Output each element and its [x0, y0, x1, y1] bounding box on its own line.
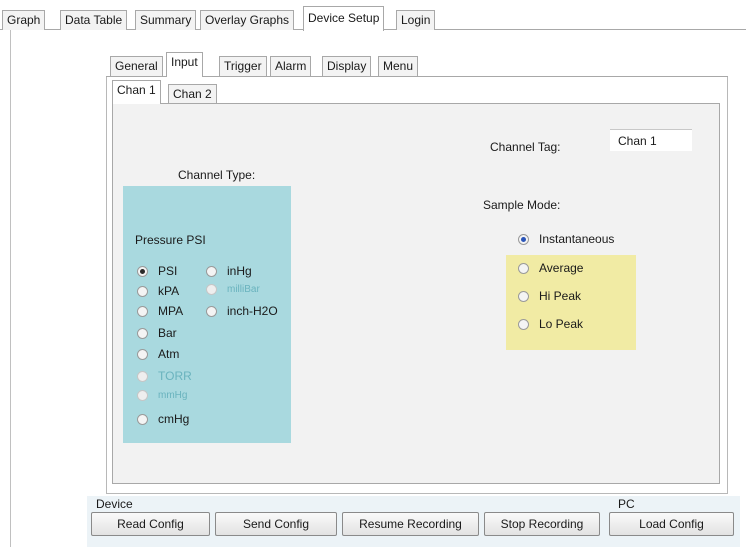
unit-option-torr: TORR	[137, 369, 192, 383]
radio-icon[interactable]	[206, 305, 217, 317]
radio-icon	[137, 390, 148, 401]
pressure-unit-header: Pressure PSI	[135, 233, 206, 247]
send-config-button[interactable]: Send Config	[215, 512, 337, 536]
sample-option-lo-peak[interactable]: Lo Peak	[518, 317, 583, 331]
resume-recording-button[interactable]: Resume Recording	[342, 512, 479, 536]
channel-tag-input[interactable]: Chan 1	[610, 129, 692, 151]
channel-type-label: Channel Type:	[178, 168, 256, 182]
read-config-button[interactable]: Read Config	[91, 512, 210, 536]
device-section-label: Device	[96, 497, 133, 511]
channel-tag-label: Channel Tag:	[490, 140, 561, 154]
radio-icon[interactable]	[137, 285, 148, 297]
unit-option-mpa[interactable]: MPA	[137, 304, 183, 318]
radio-icon[interactable]	[206, 265, 217, 277]
pc-section-label: PC	[618, 497, 635, 511]
tab-device-setup[interactable]: Device Setup	[303, 6, 385, 31]
sample-mode-label: Sample Mode:	[483, 198, 561, 212]
unit-option-bar[interactable]: Bar	[137, 326, 177, 340]
radio-icon[interactable]	[137, 305, 148, 317]
unit-option-mmhg: mmHg	[137, 390, 187, 401]
unit-option-psi[interactable]: PSI	[137, 264, 177, 278]
tab-menu[interactable]: Menu	[378, 56, 419, 76]
tab-general[interactable]: General	[110, 56, 163, 76]
tab-graph[interactable]: Graph	[2, 10, 46, 30]
radio-icon	[206, 284, 217, 295]
radio-icon[interactable]	[518, 233, 529, 245]
tab-data-table[interactable]: Data Table	[60, 10, 128, 30]
tab-chan-1[interactable]: Chan 1	[112, 80, 161, 104]
unit-option-millibar: milliBar	[206, 284, 260, 295]
sample-option-average[interactable]: Average	[518, 261, 583, 275]
sample-option-hi-peak[interactable]: Hi Peak	[518, 289, 581, 303]
unit-option-inch-h2o[interactable]: inch-H2O	[206, 304, 278, 318]
tab-alarm[interactable]: Alarm	[270, 56, 312, 76]
unit-option-cmhg[interactable]: cmHg	[137, 412, 189, 426]
radio-icon[interactable]	[137, 413, 148, 425]
tab-login[interactable]: Login	[396, 10, 436, 30]
radio-icon[interactable]	[137, 265, 148, 277]
tab-summary[interactable]: Summary	[135, 10, 197, 30]
load-config-button[interactable]: Load Config	[609, 512, 734, 536]
radio-icon	[137, 370, 148, 382]
main-tab-bar: Graph Data Table Summary Overlay Graphs …	[0, 0, 746, 31]
unit-option-atm[interactable]: Atm	[137, 347, 179, 361]
tab-overlay-graphs[interactable]: Overlay Graphs	[200, 10, 295, 30]
tab-chan-2[interactable]: Chan 2	[168, 84, 217, 103]
stop-recording-button[interactable]: Stop Recording	[484, 512, 600, 536]
radio-icon[interactable]	[518, 290, 529, 302]
radio-icon[interactable]	[137, 348, 148, 360]
unit-option-kpa[interactable]: kPA	[137, 284, 179, 298]
unit-option-inhg[interactable]: inHg	[206, 264, 252, 278]
radio-icon[interactable]	[137, 327, 148, 339]
radio-icon[interactable]	[518, 262, 529, 274]
radio-icon[interactable]	[518, 318, 529, 330]
tab-input[interactable]: Input	[166, 52, 203, 77]
sample-option-instantaneous[interactable]: Instantaneous	[518, 232, 614, 246]
tab-trigger[interactable]: Trigger	[219, 56, 267, 76]
tab-display[interactable]: Display	[322, 56, 372, 76]
